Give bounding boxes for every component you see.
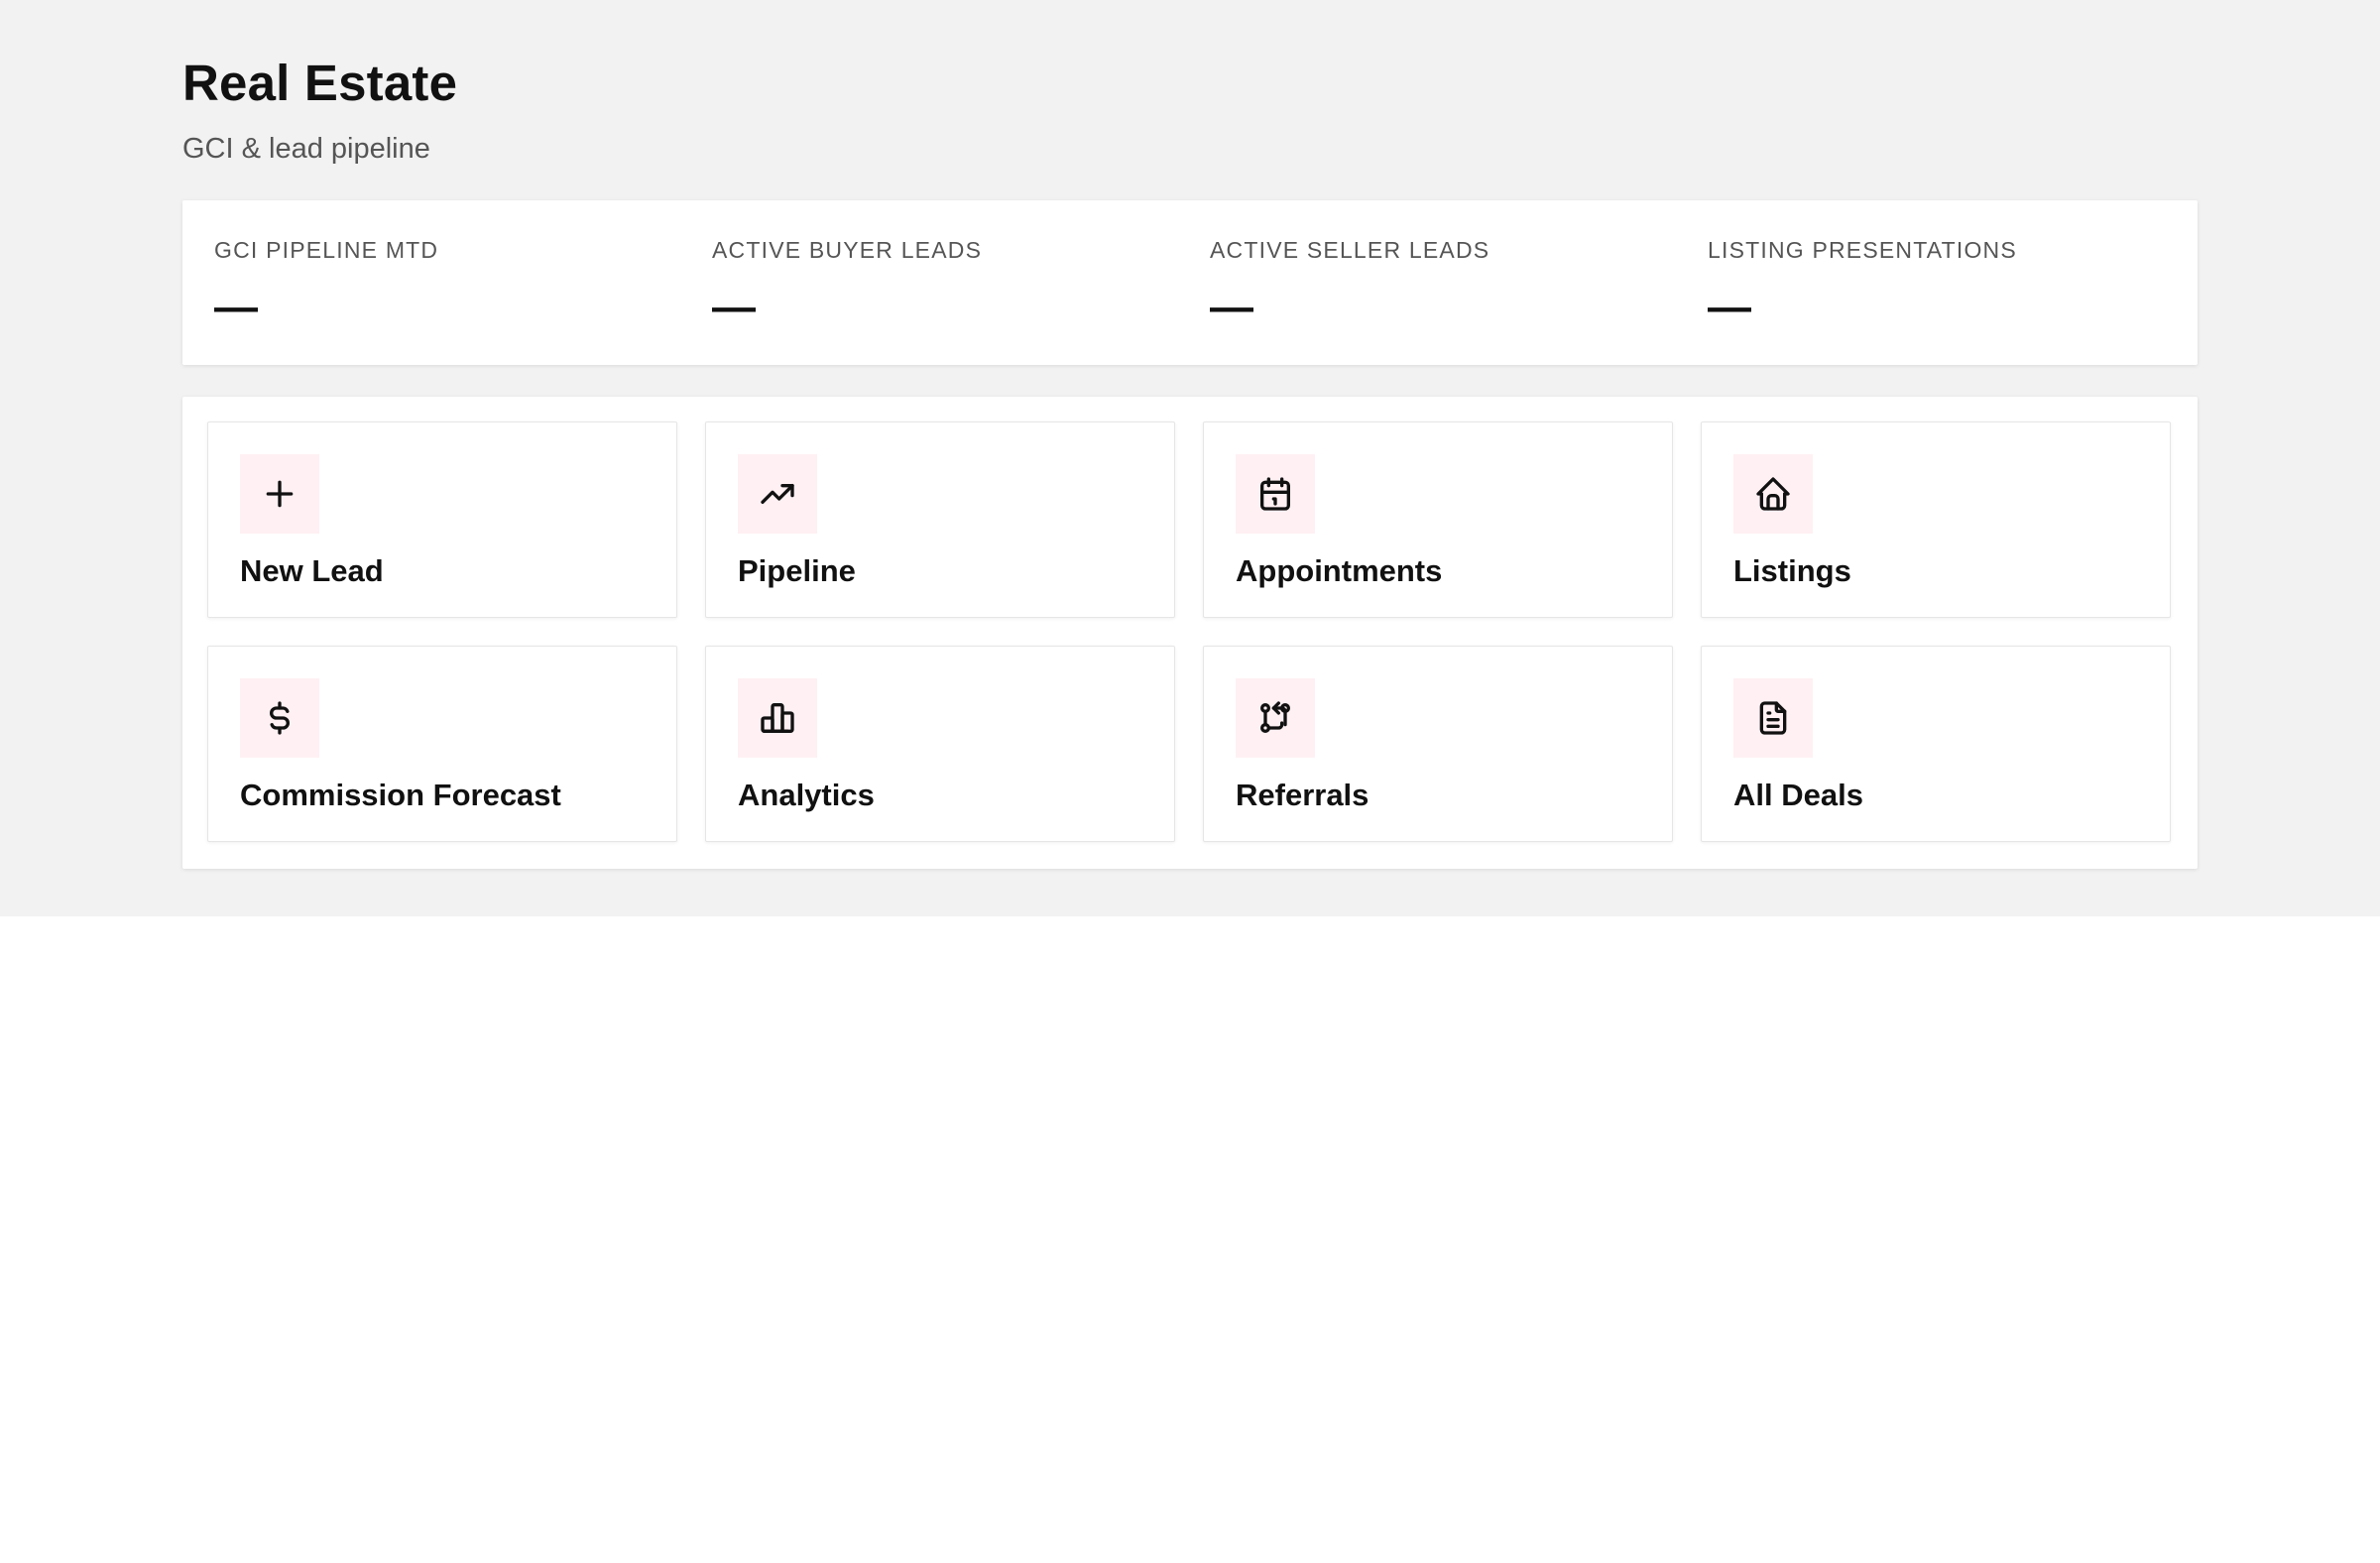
listings-button[interactable]: Listings (1701, 421, 2171, 618)
tile-label: Listings (1733, 553, 1851, 588)
tile-label: All Deals (1733, 778, 1863, 812)
appointments-button[interactable]: Appointments (1203, 421, 1673, 618)
stat-listing-presentations: LISTING PRESENTATIONS — (1676, 200, 2174, 365)
document-icon (1733, 678, 1813, 758)
all-deals-button[interactable]: All Deals (1701, 646, 2171, 842)
stat-label: ACTIVE BUYER LEADS (712, 237, 983, 263)
stat-value: — (214, 283, 258, 331)
page-title: Real Estate (182, 55, 458, 111)
stat-active-seller-leads: ACTIVE SELLER LEADS — (1178, 200, 1676, 365)
calendar-icon (1236, 454, 1315, 534)
tile-label: Referrals (1236, 778, 1369, 812)
stat-value: — (1210, 283, 1253, 331)
stat-value: — (1708, 283, 1751, 331)
stat-value: — (712, 283, 756, 331)
dollar-icon (240, 678, 319, 758)
trending-up-icon (738, 454, 817, 534)
git-pull-request-icon (1236, 678, 1315, 758)
quick-actions-card: New Lead Pipeline Appointments Listings (182, 397, 2198, 869)
bar-chart-icon (738, 678, 817, 758)
new-lead-button[interactable]: New Lead (207, 421, 677, 618)
stat-active-buyer-leads: ACTIVE BUYER LEADS — (680, 200, 1178, 365)
stat-gci-pipeline-mtd: GCI PIPELINE MTD — (182, 200, 680, 365)
referrals-button[interactable]: Referrals (1203, 646, 1673, 842)
page-subtitle: GCI & lead pipeline (182, 133, 430, 165)
pipeline-button[interactable]: Pipeline (705, 421, 1175, 618)
tile-label: Appointments (1236, 553, 1443, 588)
tile-label: Pipeline (738, 553, 856, 588)
commission-forecast-button[interactable]: Commission Forecast (207, 646, 677, 842)
plus-icon (240, 454, 319, 534)
stat-label: LISTING PRESENTATIONS (1708, 237, 2017, 263)
tile-label: New Lead (240, 553, 384, 588)
house-icon (1733, 454, 1813, 534)
analytics-button[interactable]: Analytics (705, 646, 1175, 842)
tile-label: Commission Forecast (240, 778, 561, 812)
stats-card: GCI PIPELINE MTD — ACTIVE BUYER LEADS — … (182, 200, 2198, 365)
stat-label: GCI PIPELINE MTD (214, 237, 439, 263)
tile-label: Analytics (738, 778, 875, 812)
stat-label: ACTIVE SELLER LEADS (1210, 237, 1490, 263)
